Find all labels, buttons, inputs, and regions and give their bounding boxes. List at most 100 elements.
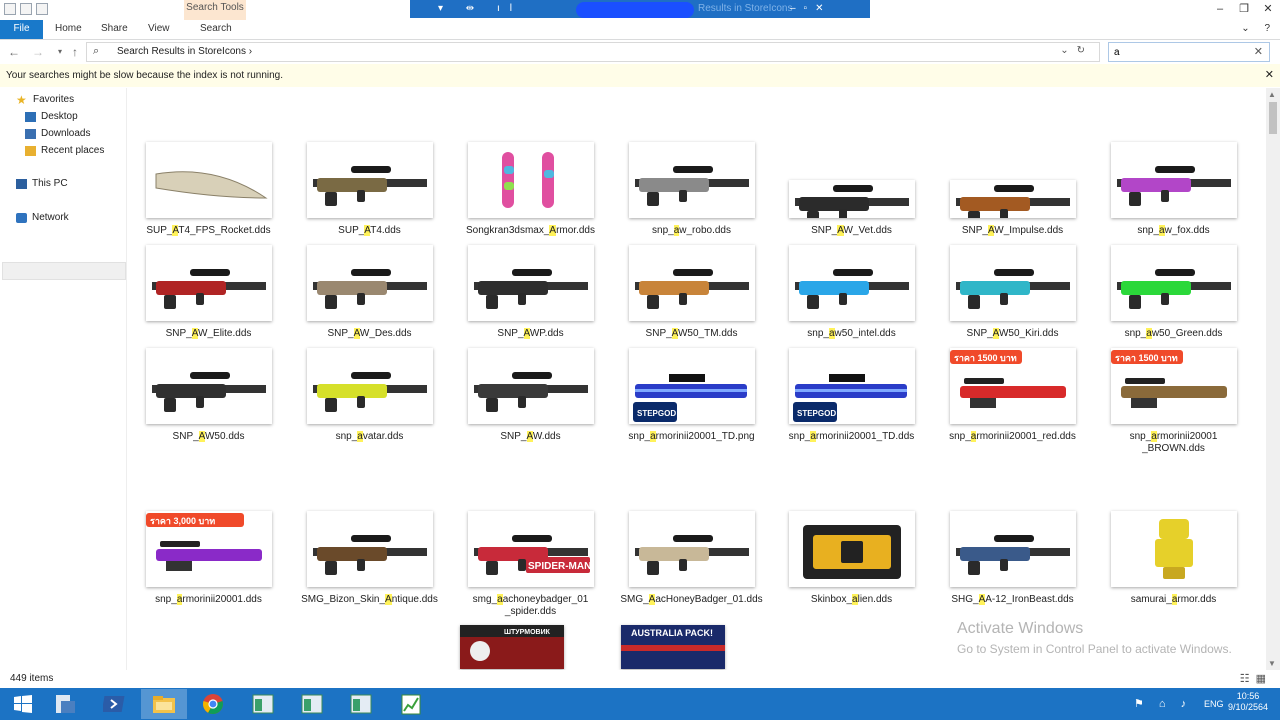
ribbon-expand-and-help[interactable]: ⌄ ? <box>1241 23 1276 34</box>
scroll-up-arrow-icon[interactable]: ▲ <box>1268 90 1276 99</box>
file-thumbnail[interactable]: ราคา 1500 บาท <box>1111 348 1237 424</box>
start-button[interactable] <box>0 689 46 719</box>
view-toggle-buttons[interactable]: ☷▦ <box>1240 672 1272 685</box>
file-thumbnail[interactable] <box>789 180 915 218</box>
recent-locations-chevron-icon[interactable]: ▾ <box>52 44 68 60</box>
file-thumbnail[interactable] <box>307 245 433 321</box>
window-app-3[interactable] <box>338 689 384 719</box>
file-thumbnail[interactable]: ШТУРМОВИК <box>460 625 564 669</box>
file-name: SNP_AW_Impulse.dds <box>961 225 1064 236</box>
properties-icon[interactable] <box>20 3 32 15</box>
file-thumbnail[interactable]: SPIDER-MAN <box>468 511 594 587</box>
navigation-pane: ★ Favorites Desktop Downloads Recent plac… <box>0 88 127 670</box>
tray-icons[interactable]: ⚑ ⌂ ♪ <box>1134 697 1192 710</box>
back-arrow-icon[interactable]: ← <box>6 44 22 60</box>
quick-access-toolbar <box>4 3 48 15</box>
address-dropdown-and-refresh[interactable]: ⌄↻ <box>1060 45 1093 56</box>
powershell-app[interactable] <box>92 689 138 719</box>
window-app-2[interactable] <box>289 689 335 719</box>
chrome-app[interactable] <box>190 689 236 719</box>
media-controls[interactable]: ▾ ⇹ ıl <box>438 0 522 18</box>
new-folder-icon[interactable] <box>36 3 48 15</box>
thumbnail-caption: AUSTRALIA PACK! <box>631 628 713 638</box>
powershell-icon <box>103 696 125 712</box>
file-name: SUP_AT4_FPS_Rocket.dds <box>146 225 271 236</box>
nav-this-pc[interactable]: This PC <box>16 178 68 189</box>
clock[interactable]: 10:56 9/10/2564 <box>1228 691 1268 713</box>
info-bar[interactable]: Your searches might be slow because the … <box>0 64 1280 87</box>
file-thumbnail[interactable] <box>629 511 755 587</box>
file-name: snp_armorinii20001_TD.dds <box>788 431 915 442</box>
tab-file[interactable]: File <box>0 20 43 39</box>
file-thumbnail[interactable]: AUSTRALIA PACK! <box>621 625 725 669</box>
maximize-button[interactable]: ❐ <box>1232 0 1256 18</box>
file-name: snp_aw_robo.dds <box>652 225 731 236</box>
file-thumbnail[interactable] <box>950 245 1076 321</box>
address-bar[interactable]: ⌕ Search Results in StoreIcons › ⌄↻ <box>86 42 1100 62</box>
clear-search-icon[interactable]: ✕ <box>1254 45 1263 58</box>
file-thumbnail[interactable] <box>307 142 433 218</box>
nav-downloads[interactable]: Downloads <box>25 128 90 139</box>
nav-recent-places[interactable]: Recent places <box>25 145 104 156</box>
file-thumbnail[interactable] <box>307 511 433 587</box>
minimize-button[interactable]: – <box>1208 0 1232 18</box>
file-thumbnail[interactable] <box>1111 511 1237 587</box>
tab-search[interactable]: Search <box>200 20 232 39</box>
vertical-scrollbar[interactable]: ▲ ▼ <box>1266 88 1280 670</box>
price-tag: ราคา 1500 บาท <box>954 353 1017 363</box>
breadcrumb[interactable]: Search Results in StoreIcons › <box>117 46 252 57</box>
search-tools-context-tab[interactable]: Search Tools <box>184 0 246 20</box>
window-app-1[interactable] <box>240 689 286 719</box>
file-thumbnail[interactable] <box>146 348 272 424</box>
file-thumbnail[interactable] <box>629 142 755 218</box>
file-thumbnail[interactable] <box>468 348 594 424</box>
tab-share[interactable]: Share <box>101 20 128 39</box>
nav-desktop[interactable]: Desktop <box>25 111 78 122</box>
file-name: SNP_AW.dds <box>500 431 561 442</box>
file-thumbnail[interactable] <box>1111 142 1237 218</box>
nav-network[interactable]: Network <box>16 212 69 223</box>
file-thumbnail[interactable] <box>468 245 594 321</box>
file-name: samurai_armor.dds <box>1130 594 1217 605</box>
file-thumbnail[interactable] <box>950 511 1076 587</box>
chart-app[interactable] <box>388 689 434 719</box>
scroll-down-arrow-icon[interactable]: ▼ <box>1268 659 1276 668</box>
price-tag: ราคา 3,000 บาท <box>150 516 215 526</box>
item-preview <box>956 185 1070 218</box>
search-box[interactable]: ✕ <box>1108 42 1270 62</box>
item-preview: AUSTRALIA PACK! <box>621 625 725 669</box>
language-indicator[interactable]: ENG <box>1204 699 1224 709</box>
file-thumbnail[interactable] <box>1111 245 1237 321</box>
tab-home[interactable]: Home <box>55 20 82 39</box>
file-thumbnail[interactable]: STEPGOD <box>789 348 915 424</box>
thumbnail-caption: SPIDER-MAN <box>528 561 591 572</box>
task-view-app[interactable] <box>42 689 88 719</box>
file-thumbnail[interactable]: STEPGOD <box>629 348 755 424</box>
media-window-controls[interactable]: –▫✕ <box>790 0 832 18</box>
file-thumbnail[interactable] <box>629 245 755 321</box>
file-thumbnail[interactable] <box>146 245 272 321</box>
folder-icon[interactable] <box>4 3 16 15</box>
forward-arrow-icon[interactable]: → <box>30 44 46 60</box>
tab-view[interactable]: View <box>148 20 170 39</box>
item-count: 449 items <box>10 673 54 684</box>
info-bar-close-icon[interactable]: ✕ <box>1265 68 1274 81</box>
file-name: snp_aw50_intel.dds <box>807 328 896 339</box>
scroll-thumb[interactable] <box>1269 102 1277 134</box>
file-thumbnail[interactable] <box>146 142 272 218</box>
file-thumbnail[interactable]: ราคา 1500 บาท <box>950 348 1076 424</box>
file-thumbnail[interactable] <box>950 180 1076 218</box>
up-arrow-icon[interactable]: ↑ <box>67 44 83 60</box>
file-thumbnail[interactable] <box>468 142 594 218</box>
file-thumbnail[interactable] <box>789 511 915 587</box>
search-input[interactable] <box>1114 46 1244 59</box>
file-explorer-app[interactable] <box>141 689 187 719</box>
file-thumbnail[interactable] <box>789 245 915 321</box>
file-thumbnail[interactable]: ราคา 3,000 บาท <box>146 511 272 587</box>
file-name: snp_avatar.dds <box>335 431 404 442</box>
close-button[interactable]: ✕ <box>1256 0 1280 18</box>
file-name: SUP_AT4.dds <box>338 225 401 236</box>
nav-favorites[interactable]: ★ Favorites <box>16 94 74 106</box>
file-thumbnail[interactable] <box>307 348 433 424</box>
file-name: SHG_AA-12_IronBeast.dds <box>951 594 1074 605</box>
